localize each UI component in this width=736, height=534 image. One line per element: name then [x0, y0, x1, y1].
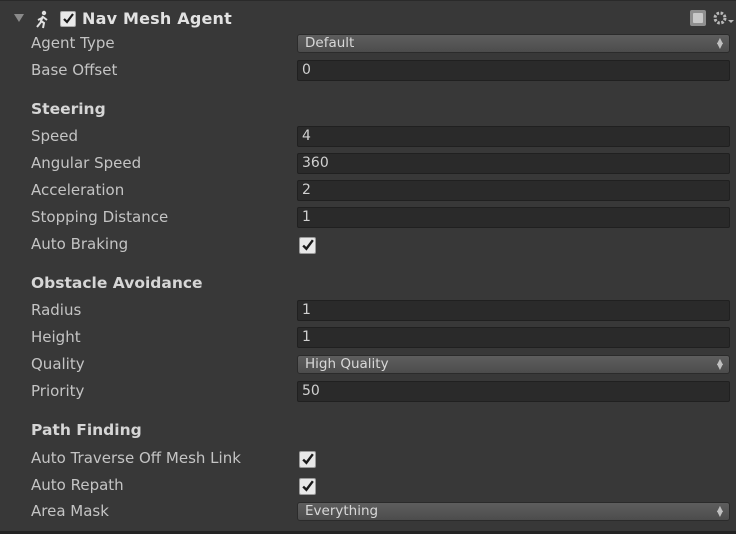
priority-field[interactable]: 50 — [297, 381, 730, 402]
nav-agent-icon — [36, 10, 48, 29]
auto-braking-checkbox[interactable] — [299, 237, 316, 254]
agent-type-value: Default — [305, 35, 355, 51]
auto-traverse-checkbox[interactable] — [299, 451, 316, 468]
checkmark-icon — [63, 13, 74, 24]
stopping-distance-row: Stopping Distance 1 — [0, 205, 736, 232]
component-enabled-checkbox[interactable] — [60, 11, 76, 27]
acceleration-row: Acceleration 2 — [0, 178, 736, 205]
auto-repath-row: Auto Repath — [0, 473, 736, 500]
area-mask-row: Area Mask Everything ▲ ▼ — [0, 499, 736, 526]
steering-section-title: Steering — [31, 100, 106, 118]
auto-traverse-row: Auto Traverse Off Mesh Link — [0, 446, 736, 473]
area-mask-value: Everything — [305, 503, 379, 519]
agent-type-row: Agent Type Default ▲ ▼ — [0, 31, 736, 58]
acceleration-field[interactable]: 2 — [297, 180, 730, 201]
base-offset-field[interactable]: 0 — [297, 60, 730, 81]
quality-dropdown[interactable]: High Quality ▲ ▼ — [297, 355, 730, 374]
checkmark-icon — [302, 239, 314, 251]
stopping-distance-label: Stopping Distance — [31, 208, 169, 226]
component-title: Nav Mesh Agent — [82, 9, 232, 28]
area-mask-label: Area Mask — [31, 502, 109, 520]
base-offset-row: Base Offset 0 — [0, 58, 736, 85]
angular-speed-field[interactable]: 360 — [297, 153, 730, 174]
dropdown-arrows-icon: ▲ ▼ — [716, 36, 723, 50]
auto-traverse-label: Auto Traverse Off Mesh Link — [31, 449, 241, 467]
checkmark-icon — [302, 480, 314, 492]
obstacle-avoidance-section-title: Obstacle Avoidance — [31, 274, 203, 292]
base-offset-label: Base Offset — [31, 61, 118, 79]
dropdown-arrows-icon: ▲ ▼ — [716, 357, 723, 371]
angular-speed-label: Angular Speed — [31, 154, 142, 172]
component-header[interactable]: Nav Mesh Agent — [0, 0, 736, 35]
help-icon[interactable] — [690, 10, 706, 26]
speed-row: Speed 4 — [0, 124, 736, 151]
auto-braking-row: Auto Braking — [0, 232, 736, 259]
agent-type-label: Agent Type — [31, 34, 115, 52]
gear-icon[interactable] — [712, 9, 734, 27]
priority-row: Priority 50 — [0, 379, 736, 406]
quality-label: Quality — [31, 355, 85, 373]
checkmark-icon — [302, 453, 314, 465]
radius-field[interactable]: 1 — [297, 300, 730, 321]
auto-repath-checkbox[interactable] — [299, 478, 316, 495]
auto-repath-label: Auto Repath — [31, 476, 124, 494]
area-mask-dropdown[interactable]: Everything ▲ ▼ — [297, 502, 730, 521]
priority-label: Priority — [31, 382, 85, 400]
speed-label: Speed — [31, 127, 79, 145]
agent-type-dropdown[interactable]: Default ▲ ▼ — [297, 34, 730, 53]
path-finding-section-title: Path Finding — [31, 421, 142, 439]
height-field[interactable]: 1 — [297, 327, 730, 348]
foldout-arrow-icon[interactable] — [14, 14, 24, 22]
quality-value: High Quality — [305, 356, 389, 372]
speed-field[interactable]: 4 — [297, 126, 730, 147]
auto-braking-label: Auto Braking — [31, 235, 129, 253]
stopping-distance-field[interactable]: 1 — [297, 207, 730, 228]
inspector-panel: Nav Mesh Agent Agent Type Default ▲ ▼ Bas… — [0, 0, 736, 534]
dropdown-arrows-icon: ▲ ▼ — [716, 504, 723, 518]
radius-row: Radius 1 — [0, 298, 736, 325]
acceleration-label: Acceleration — [31, 181, 125, 199]
angular-speed-row: Angular Speed 360 — [0, 151, 736, 178]
quality-row: Quality High Quality ▲ ▼ — [0, 352, 736, 379]
height-label: Height — [31, 328, 81, 346]
height-row: Height 1 — [0, 325, 736, 352]
radius-label: Radius — [31, 301, 82, 319]
